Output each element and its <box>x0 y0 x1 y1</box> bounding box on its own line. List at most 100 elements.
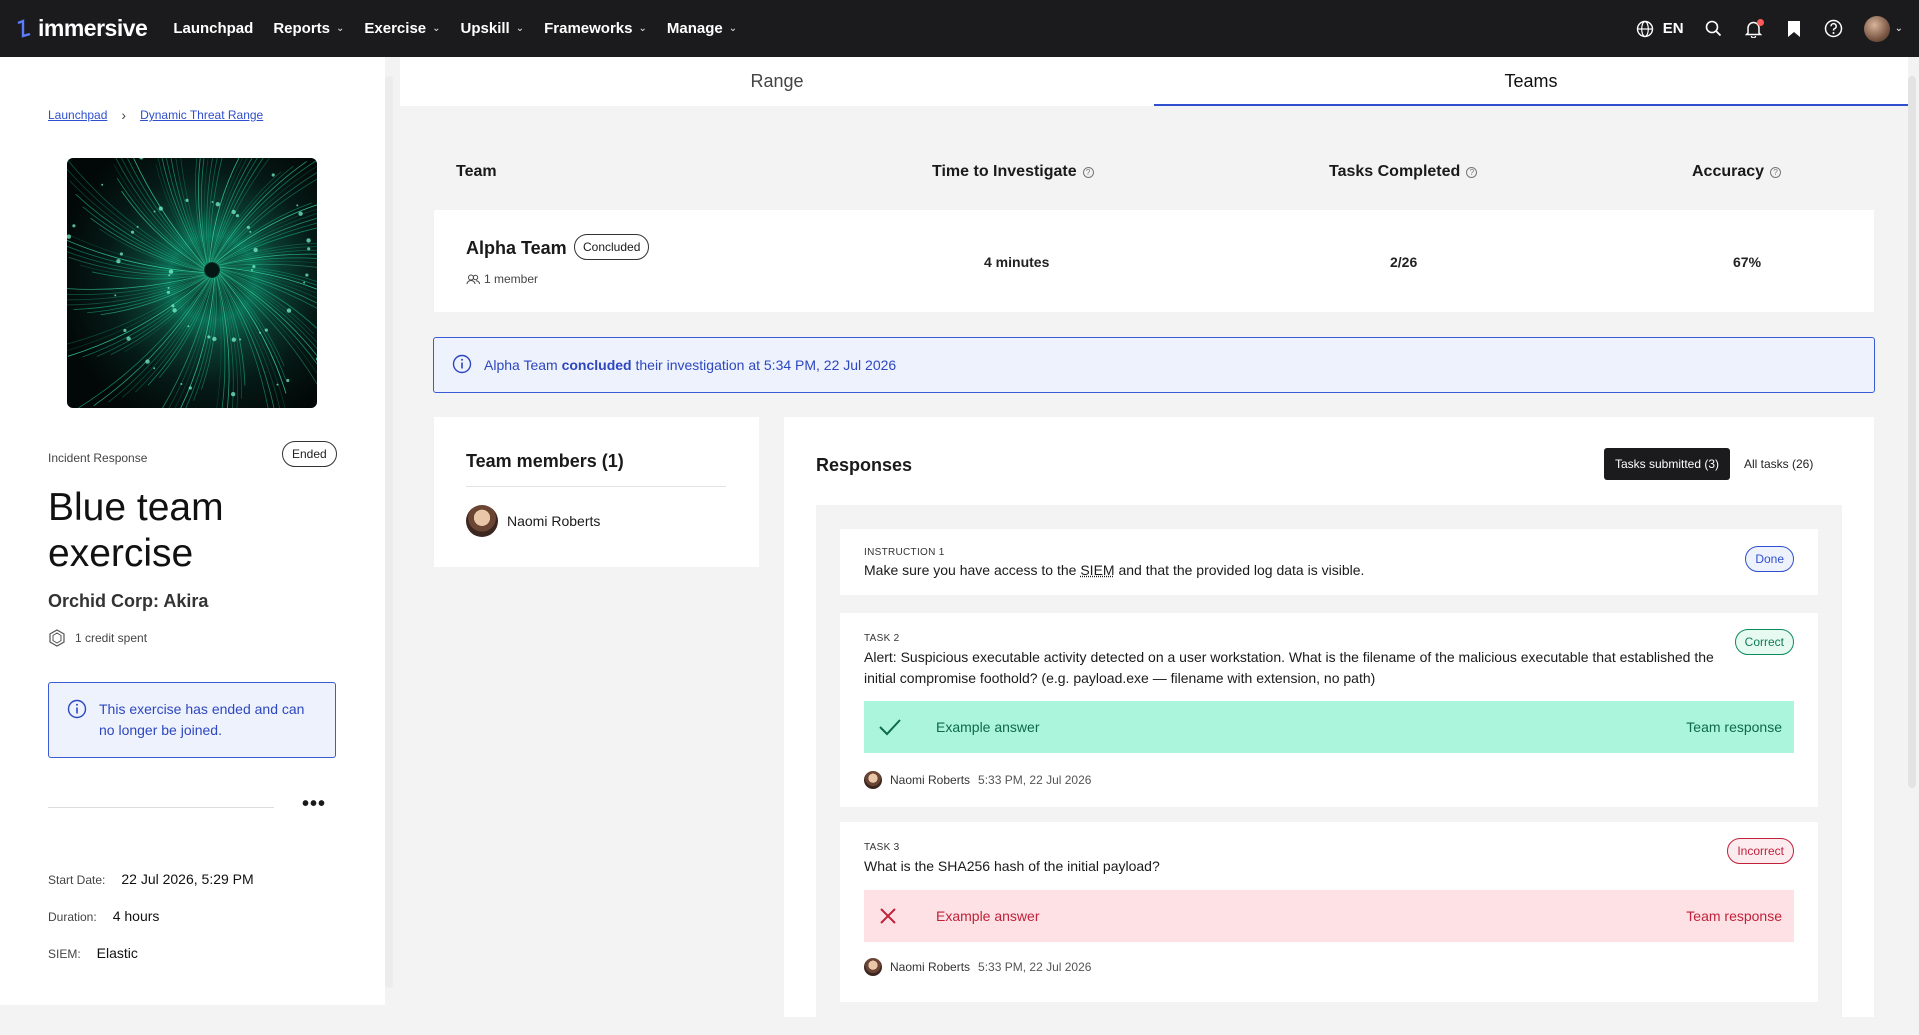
task-tag: INSTRUCTION 1 <box>864 547 945 558</box>
sidebar-scrollbar[interactable] <box>385 76 393 988</box>
nav-upskill-label: Upskill <box>460 20 510 37</box>
hero-particle <box>305 273 309 277</box>
brand-mark-icon <box>17 18 31 38</box>
responses-title: Responses <box>816 455 913 475</box>
bell-icon[interactable] <box>1744 18 1764 39</box>
language-label: EN <box>1662 20 1684 37</box>
info-icon <box>67 699 87 757</box>
responses-card: Responses Tasks submitted (3) All tasks … <box>784 417 1874 1035</box>
more-options-button[interactable]: ••• <box>302 793 326 816</box>
credits-label: 1 credit spent <box>75 631 148 645</box>
hero-particle <box>231 337 237 342</box>
task-status-badge: Done <box>1745 546 1794 572</box>
tab-range[interactable]: Range <box>400 57 1154 106</box>
credit-icon <box>49 629 65 647</box>
exercise-subtitle: Orchid Corp: Akira <box>48 591 209 611</box>
help-icon[interactable]: ? <box>1466 166 1478 178</box>
response-time: 5:33 PM, 22 Jul 2026 <box>978 960 1092 974</box>
hero-particle <box>171 304 175 308</box>
help-icon[interactable] <box>1824 19 1844 39</box>
list-item: TASK 2 Alert: Suspicious executable acti… <box>840 613 1818 807</box>
chevron-down-icon: ⌄ <box>336 23 345 34</box>
header-time-label: Time to Investigate <box>932 163 1077 180</box>
exercise-sidebar: Launchpad › Dynamic Threat Range Inciden… <box>0 57 385 1005</box>
nav-launchpad[interactable]: Launchpad <box>173 20 253 37</box>
hero-particle <box>153 210 156 213</box>
task-question: Alert: Suspicious executable activity de… <box>864 649 1714 686</box>
status-badge: Ended <box>282 441 337 467</box>
nav-launchpad-label: Launchpad <box>173 20 254 37</box>
header-time: Time to Investigate? <box>932 163 1094 181</box>
hero-particle <box>298 211 303 216</box>
hero-particle <box>252 264 256 269</box>
hero-core <box>205 263 219 277</box>
ended-message: This exercise has ended and can no longe… <box>99 701 305 738</box>
user-menu[interactable]: ⌄ <box>1863 15 1903 42</box>
task-question: What is the SHA256 hash of the initial p… <box>864 858 1160 874</box>
table-row[interactable]: Alpha Team Concluded 1 member 4 minutes … <box>434 210 1874 312</box>
nav-exercise[interactable]: Exercise ⌄ <box>364 20 440 37</box>
hero-particle <box>231 209 236 215</box>
hero-fiber <box>147 277 213 386</box>
bookmark-icon[interactable] <box>1784 19 1804 39</box>
duration-row: Duration: 4 hours <box>48 908 159 924</box>
hero-particle <box>253 247 258 253</box>
siem-value: Elastic <box>96 945 138 961</box>
help-icon[interactable]: ? <box>1082 166 1094 178</box>
hero-particle <box>180 382 183 385</box>
task-tag: TASK 3 <box>864 842 900 853</box>
tab-teams[interactable]: Teams <box>1154 57 1908 106</box>
nav-reports[interactable]: Reports ⌄ <box>273 20 344 37</box>
user-avatar <box>1863 15 1890 42</box>
hero-particle <box>235 214 240 218</box>
hero-particle <box>230 392 236 397</box>
notice-verb: concluded <box>561 357 632 373</box>
hero-art <box>67 158 317 408</box>
nav-upskill[interactable]: Upskill ⌄ <box>461 20 525 37</box>
hero-particle <box>212 336 217 342</box>
hero-particle <box>246 225 250 230</box>
hero-particle <box>271 173 275 177</box>
main-scrollbar[interactable] <box>1908 76 1916 788</box>
hero-particle <box>286 308 292 313</box>
list-item[interactable]: Naomi Roberts <box>466 505 600 537</box>
siem-abbreviation[interactable]: SIEM <box>1080 562 1114 578</box>
breadcrumb-dynamic-threat-range[interactable]: Dynamic Threat Range <box>140 108 263 122</box>
breadcrumb: Launchpad › Dynamic Threat Range <box>48 107 263 123</box>
chevron-down-icon: ⌄ <box>728 23 738 34</box>
divider <box>48 807 274 808</box>
users-icon <box>466 274 480 284</box>
language-selector[interactable]: EN <box>1635 19 1684 39</box>
chevron-down-icon: ⌄ <box>1894 23 1903 34</box>
avatar <box>466 505 498 537</box>
top-navigation: immersive Launchpad Reports ⌄ Exercise ⌄ U… <box>0 0 1919 57</box>
hero-particle <box>168 274 171 277</box>
breadcrumb-launchpad[interactable]: Launchpad <box>48 108 107 122</box>
nav-frameworks[interactable]: Frameworks ⌄ <box>544 20 647 37</box>
hero-particle <box>166 290 170 294</box>
nav-frameworks-label: Frameworks <box>544 20 633 37</box>
hero-fiber <box>217 227 317 265</box>
hero-fiber <box>122 277 212 398</box>
hero-particle <box>67 234 72 239</box>
hero-particle <box>130 230 135 234</box>
response-byline: Naomi Roberts 5:33 PM, 22 Jul 2026 <box>864 958 1091 976</box>
notice-team: Alpha Team <box>484 357 558 373</box>
hero-particle <box>207 335 211 339</box>
all-tasks-filter-button[interactable]: All tasks (26) <box>1744 457 1813 471</box>
nav-manage-label: Manage <box>666 20 723 37</box>
avatar <box>864 771 882 789</box>
duration-label: Duration: <box>48 910 97 924</box>
search-icon[interactable] <box>1704 19 1724 39</box>
tasks-submitted-filter-button[interactable]: Tasks submitted (3) <box>1604 448 1731 480</box>
nav-manage[interactable]: Manage ⌄ <box>667 20 737 37</box>
brand-name: immersive <box>38 15 148 41</box>
avatar <box>864 958 882 976</box>
answer-row: Example answer Team response <box>864 890 1794 942</box>
hero-particle <box>264 328 268 332</box>
help-icon[interactable]: ? <box>1770 166 1782 178</box>
hero-particle <box>286 378 290 383</box>
hero-particle <box>307 247 311 251</box>
brand-logo[interactable]: immersive <box>16 15 148 42</box>
hero-particle <box>116 258 121 264</box>
